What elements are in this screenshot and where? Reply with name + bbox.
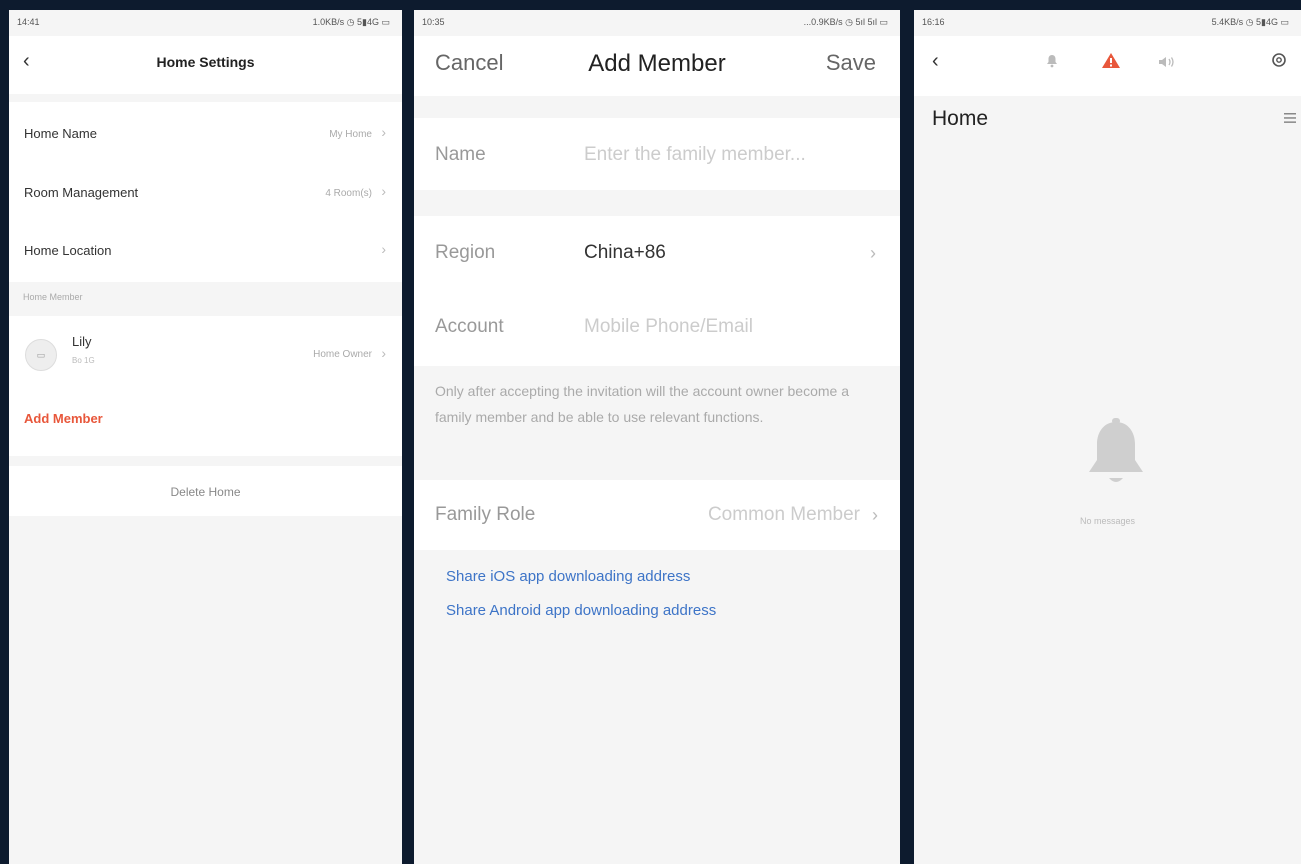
add-member-button[interactable]: Add Member <box>24 411 103 426</box>
speaker-icon[interactable] <box>1158 55 1176 73</box>
contact-card: Region China+86 › Account Mobile Phone/E… <box>414 216 900 366</box>
status-bar: 14:41 1.0KB/s ◷ 5▮4G ▭ <box>9 10 402 36</box>
member-sub: Bo 1G <box>72 356 95 365</box>
region-value: China+86 <box>584 242 666 263</box>
row-label: Room Management <box>24 185 139 200</box>
page-title: Home <box>932 107 989 130</box>
messages-screen: 16:16 5.4KB/s ◷ 5▮4G ▭ ‹ Home No message… <box>914 10 1301 864</box>
family-role-value: Common Member <box>707 504 860 525</box>
alarm-icon[interactable] <box>1101 52 1121 75</box>
name-input[interactable]: Enter the family member... <box>584 144 859 166</box>
chevron-right-icon: › <box>870 243 876 263</box>
family-role-label: Family Role <box>435 504 536 525</box>
menu-icon[interactable] <box>1284 110 1296 128</box>
empty-state-text: No messages <box>1079 516 1136 526</box>
row-home-name[interactable]: Home Name My Home › <box>9 102 402 162</box>
row-home-location[interactable]: Home Location › <box>9 220 402 278</box>
share-android-link[interactable]: Share Android app downloading address <box>446 602 716 619</box>
row-value: My Home <box>329 129 372 140</box>
account-label: Account <box>435 316 504 337</box>
status-bar: 16:16 5.4KB/s ◷ 5▮4G ▭ <box>914 10 1301 36</box>
home-settings-screen: 14:41 1.0KB/s ◷ 5▮4G ▭ ‹ Home Settings H… <box>9 10 402 864</box>
row-label: Home Name <box>24 126 97 141</box>
settings-gear-icon[interactable] <box>1271 52 1287 73</box>
chevron-right-icon: › <box>381 124 386 140</box>
chevron-right-icon: › <box>381 241 386 257</box>
member-row[interactable]: ▭ Lily Bo 1G Home Owner › <box>9 316 402 388</box>
member-card: ▭ Lily Bo 1G Home Owner › <box>9 316 402 456</box>
chevron-right-icon: › <box>872 505 878 525</box>
family-role-row[interactable]: Family Role Common Member › <box>414 480 900 550</box>
region-label: Region <box>435 242 496 263</box>
invitation-note: Only after accepting the invitation will… <box>435 383 850 425</box>
status-time: 16:16 <box>922 17 945 27</box>
account-input[interactable]: Mobile Phone/Email <box>584 316 753 338</box>
delete-home-button[interactable]: Delete Home <box>9 485 402 499</box>
chevron-right-icon: › <box>381 183 386 199</box>
row-value: 4 Room(s) <box>325 188 372 199</box>
status-indicators: ...0.9KB/s ◷ 5ıl 5ıl ▭ <box>803 17 888 27</box>
empty-bell-icon <box>1084 418 1148 495</box>
member-name: Lily <box>72 334 92 349</box>
status-time: 10:35 <box>422 17 445 27</box>
chevron-right-icon: › <box>381 345 386 361</box>
status-indicators: 1.0KB/s ◷ 5▮4G ▭ <box>312 17 390 27</box>
home-info-card: Home Name My Home › Room Management 4 Ro… <box>9 102 402 282</box>
status-indicators: 5.4KB/s ◷ 5▮4G ▭ <box>1211 17 1289 27</box>
status-time: 14:41 <box>17 17 40 27</box>
section-header-home-member: Home Member <box>23 292 83 302</box>
row-room-management[interactable]: Room Management 4 Room(s) › <box>9 162 402 220</box>
add-member-screen: 10:35 ...0.9KB/s ◷ 5ıl 5ıl ▭ Cancel Add … <box>414 10 900 864</box>
status-bar: 10:35 ...0.9KB/s ◷ 5ıl 5ıl ▭ <box>414 10 900 36</box>
region-row[interactable]: Region China+86 › <box>414 216 900 291</box>
save-button[interactable]: Save <box>826 50 876 76</box>
bell-icon[interactable] <box>1046 54 1058 73</box>
name-row: Name Enter the family member... <box>414 118 900 190</box>
name-label: Name <box>435 144 486 165</box>
back-chevron-icon[interactable]: ‹ <box>932 50 939 73</box>
page-title: Home Settings <box>156 54 255 70</box>
avatar: ▭ <box>25 339 57 371</box>
row-label: Home Location <box>24 243 112 258</box>
member-role: Home Owner <box>313 349 372 360</box>
share-ios-link[interactable]: Share iOS app downloading address <box>446 568 690 585</box>
account-row: Account Mobile Phone/Email <box>414 291 900 366</box>
